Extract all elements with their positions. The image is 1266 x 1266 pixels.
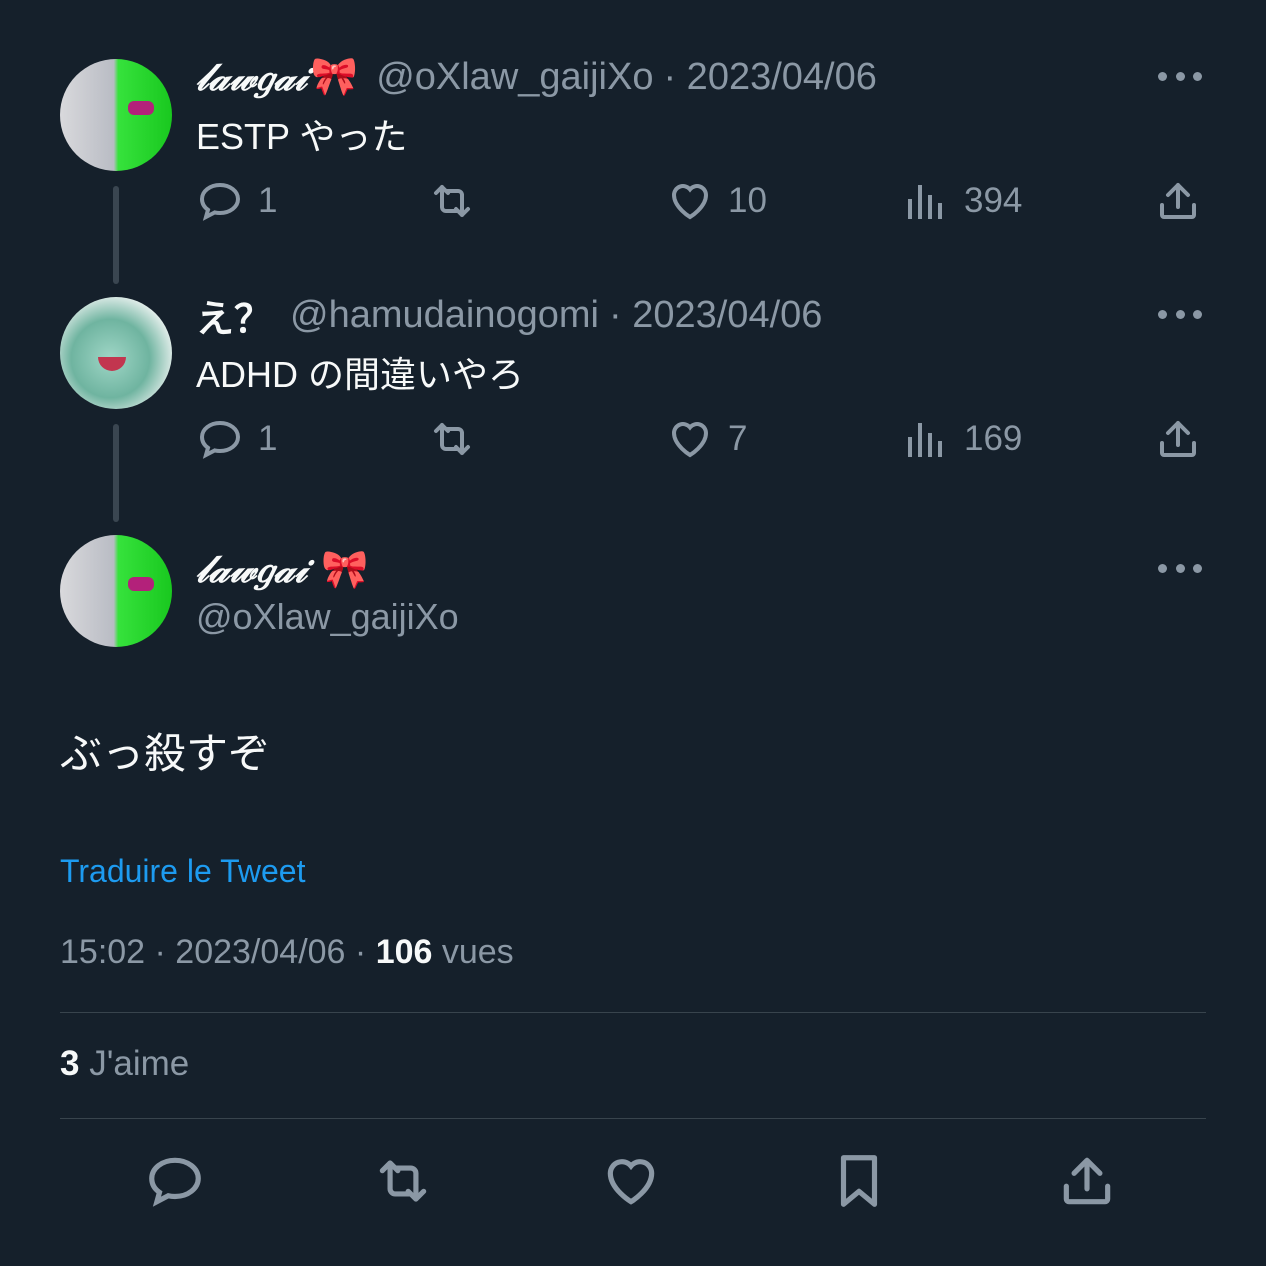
likes-summary[interactable]: 3 J'aime: [60, 1044, 189, 1084]
more-icon[interactable]: [1158, 561, 1202, 575]
retweet-icon: [434, 423, 470, 455]
views-count: 169: [964, 419, 1023, 458]
retweet-button[interactable]: [428, 414, 476, 464]
reply-button[interactable]: [144, 1150, 206, 1212]
avatar[interactable]: [60, 297, 172, 409]
views-label: vues: [432, 933, 514, 971]
share-button[interactable]: [1154, 414, 1202, 464]
bow-emoji: 🎀: [321, 549, 369, 591]
views-count: 106: [375, 933, 433, 971]
reply-icon: [199, 420, 241, 459]
tweet-header: 𝓁𝒶𝓌𝑔𝒶𝒾 🎀 @oXlaw_gaijiXo · 2023/04/06: [196, 54, 877, 100]
translate-link[interactable]: Traduire le Tweet: [60, 853, 305, 890]
share-icon: [1160, 421, 1196, 457]
like-count: 10: [728, 181, 767, 220]
user-handle[interactable]: @oXlaw_gaijiXo: [196, 596, 459, 638]
tweet-header: え？ @hamudainogomi · 2023/04/06: [196, 292, 822, 341]
retweet-icon: [434, 185, 470, 217]
thread-line: [113, 424, 119, 522]
views-button[interactable]: 394: [902, 176, 1022, 226]
reply-count: 1: [258, 419, 278, 458]
likes-label: J'aime: [79, 1044, 190, 1083]
reply-count: 1: [258, 181, 278, 220]
views-icon: [908, 423, 942, 457]
display-name-text: 𝓁𝒶𝓌𝑔𝒶𝒾: [196, 546, 307, 591]
user-handle[interactable]: @oXlaw_gaijiXo: [376, 56, 653, 99]
views-icon: [908, 185, 942, 219]
like-button[interactable]: 10: [666, 176, 767, 226]
like-button[interactable]: 7: [666, 414, 747, 464]
views-button[interactable]: 169: [902, 414, 1022, 464]
more-icon[interactable]: [1158, 69, 1202, 83]
reply-button[interactable]: 1: [196, 414, 277, 464]
tweet-text: ぶっ殺すぞ: [60, 730, 271, 777]
heart-icon: [607, 1159, 655, 1205]
share-button[interactable]: [1154, 176, 1202, 226]
bow-emoji: 🎀: [310, 56, 359, 98]
display-name[interactable]: 𝓁𝒶𝓌𝑔𝒶𝒾: [196, 54, 307, 100]
divider: [60, 1118, 1206, 1119]
user-handle[interactable]: @hamudainogomi: [290, 294, 599, 337]
reply-button[interactable]: 1: [196, 176, 277, 226]
timestamp[interactable]: 15:02 · 2023/04/06 ·: [60, 933, 376, 971]
thread-line: [113, 186, 119, 284]
bookmark-button[interactable]: [828, 1150, 890, 1212]
tweet-date[interactable]: · 2023/04/06: [609, 294, 822, 337]
retweet-icon: [379, 1160, 427, 1202]
divider: [60, 1012, 1206, 1013]
share-icon: [1063, 1157, 1111, 1205]
likes-count: 3: [60, 1044, 80, 1083]
retweet-button[interactable]: [372, 1150, 434, 1212]
tweet-date[interactable]: · 2023/04/06: [663, 56, 876, 99]
tweet-meta: 15:02 · 2023/04/06 · 106 vues: [60, 933, 514, 972]
tweet-text: ADHD の間違いやろ: [196, 354, 525, 395]
bookmark-icon: [840, 1155, 878, 1207]
reply-icon: [199, 182, 241, 221]
tweet-text: ESTP やった: [196, 116, 408, 157]
share-button[interactable]: [1056, 1150, 1118, 1212]
heart-icon: [671, 184, 709, 220]
views-count: 394: [964, 181, 1023, 220]
like-button[interactable]: [600, 1150, 662, 1212]
share-icon: [1160, 183, 1196, 219]
retweet-button[interactable]: [428, 176, 476, 226]
like-count: 7: [728, 419, 748, 458]
display-name[interactable]: 𝓁𝒶𝓌𝑔𝒶𝒾 🎀: [196, 546, 369, 592]
heart-icon: [671, 422, 709, 458]
reply-icon: [149, 1157, 201, 1207]
avatar[interactable]: [60, 59, 172, 171]
more-icon[interactable]: [1158, 307, 1202, 321]
display-name[interactable]: え？: [196, 288, 272, 343]
avatar[interactable]: [60, 535, 172, 647]
